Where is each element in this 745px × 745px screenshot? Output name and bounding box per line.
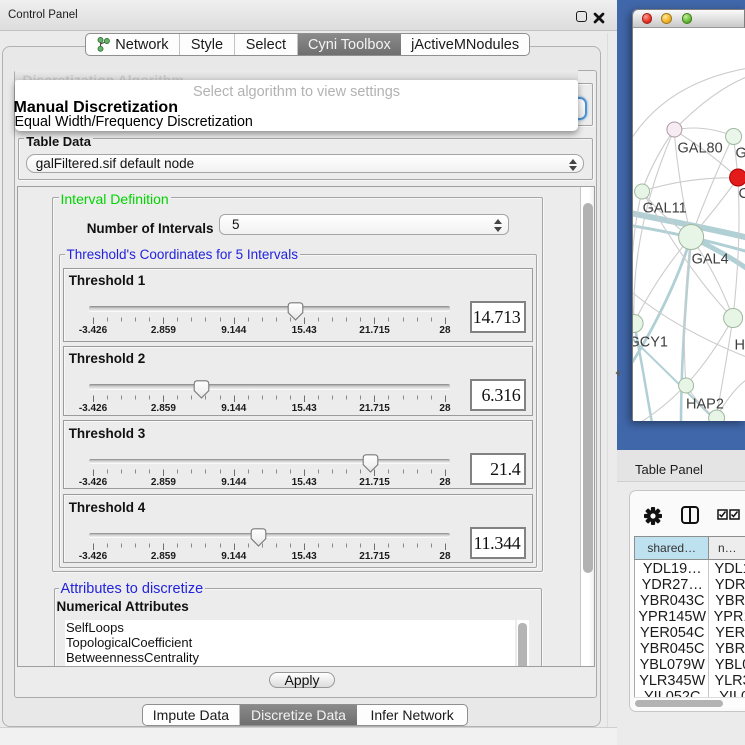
svg-text:GCY1: GCY1 [633, 334, 668, 350]
svg-text:GAL11: GAL11 [643, 200, 687, 216]
svg-text:C: C [739, 186, 745, 202]
svg-text:GA: GA [736, 145, 745, 161]
svg-text:GAL80: GAL80 [678, 140, 723, 156]
svg-text:HAP2: HAP2 [686, 396, 724, 412]
svg-text:H: H [735, 337, 745, 353]
svg-text:GAL4: GAL4 [692, 251, 729, 267]
